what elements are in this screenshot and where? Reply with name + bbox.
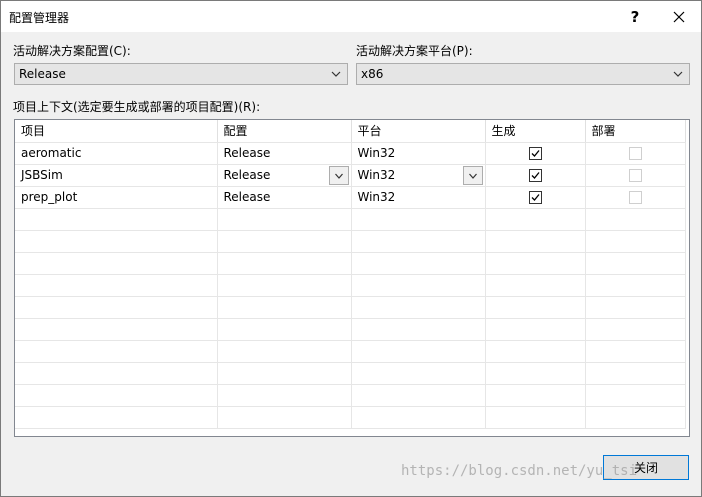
- configuration-manager-dialog: 配置管理器 ? 活动解决方案配置(C): Release 活动解决方案平台(P)…: [0, 0, 702, 497]
- column-header-platform[interactable]: 平台: [351, 120, 486, 143]
- column-header-deploy[interactable]: 部署: [585, 120, 686, 143]
- project-context-label: 项目上下文(选定要生成或部署的项目配置)(R):: [13, 100, 261, 114]
- empty-row: [15, 208, 686, 231]
- check-icon: [531, 194, 540, 201]
- build-checkbox[interactable]: [528, 169, 542, 182]
- platform-value: Win32: [357, 168, 396, 182]
- empty-row: [15, 230, 686, 253]
- check-icon: [531, 150, 540, 157]
- empty-row: [15, 274, 686, 297]
- empty-row: [15, 384, 686, 407]
- config-cell[interactable]: Release: [217, 164, 352, 187]
- empty-row: [15, 362, 686, 385]
- empty-row: [15, 406, 686, 429]
- help-button[interactable]: ?: [613, 1, 657, 32]
- window-title: 配置管理器: [9, 11, 70, 25]
- close-icon: [673, 11, 685, 22]
- empty-row: [15, 340, 686, 363]
- platform-cell[interactable]: Win32: [351, 186, 486, 209]
- deploy-checkbox: [628, 147, 642, 160]
- platform-cell[interactable]: Win32: [351, 164, 486, 187]
- project-context-grid: 项目 配置 平台 生成 部署 aeromatic Release Win32 J…: [14, 119, 690, 437]
- column-header-build[interactable]: 生成: [485, 120, 586, 143]
- build-checkbox[interactable]: [528, 191, 542, 204]
- empty-row: [15, 252, 686, 275]
- deploy-cell: [585, 186, 686, 209]
- chevron-down-icon: [673, 71, 683, 77]
- build-cell: [485, 186, 586, 209]
- column-header-project[interactable]: 项目: [15, 120, 218, 143]
- config-cell[interactable]: Release: [217, 186, 352, 209]
- check-icon: [531, 172, 540, 179]
- title-bar: 配置管理器 ?: [1, 1, 701, 32]
- active-platform-dropdown[interactable]: x86: [356, 63, 690, 85]
- empty-row: [15, 296, 686, 319]
- deploy-cell: [585, 164, 686, 187]
- watermark: https://blog.csdn.net/yu_tsi: [401, 463, 638, 479]
- column-header-config[interactable]: 配置: [217, 120, 352, 143]
- active-config-label: 活动解决方案配置(C):: [13, 44, 131, 58]
- build-cell: [485, 164, 586, 187]
- platform-cell[interactable]: Win32: [351, 142, 486, 165]
- deploy-checkbox: [628, 191, 642, 204]
- active-config-dropdown[interactable]: Release: [14, 63, 348, 85]
- config-dropdown-button[interactable]: [328, 165, 349, 185]
- project-name-cell: aeromatic: [15, 142, 218, 165]
- build-checkbox[interactable]: [528, 147, 542, 160]
- active-platform-value: x86: [361, 67, 384, 81]
- grid-header-row: 项目 配置 平台 生成 部署: [15, 120, 686, 143]
- config-value: Release: [223, 168, 271, 182]
- chevron-down-icon: [334, 173, 343, 179]
- empty-row: [15, 318, 686, 341]
- window-close-button[interactable]: [657, 1, 701, 32]
- config-cell[interactable]: Release: [217, 142, 352, 165]
- deploy-cell: [585, 142, 686, 165]
- chevron-down-icon: [331, 71, 341, 77]
- chevron-down-icon: [468, 173, 477, 179]
- build-cell: [485, 142, 586, 165]
- project-name-cell: JSBSim: [15, 164, 218, 187]
- active-platform-label: 活动解决方案平台(P):: [356, 44, 473, 58]
- table-row[interactable]: JSBSim Release Win32: [15, 164, 686, 187]
- table-row[interactable]: prep_plot Release Win32: [15, 186, 686, 209]
- close-dialog-button[interactable]: 关闭: [603, 455, 689, 480]
- table-row[interactable]: aeromatic Release Win32: [15, 142, 686, 165]
- deploy-checkbox: [628, 169, 642, 182]
- platform-dropdown-button[interactable]: [462, 165, 483, 185]
- active-config-value: Release: [19, 67, 66, 81]
- project-name-cell: prep_plot: [15, 186, 218, 209]
